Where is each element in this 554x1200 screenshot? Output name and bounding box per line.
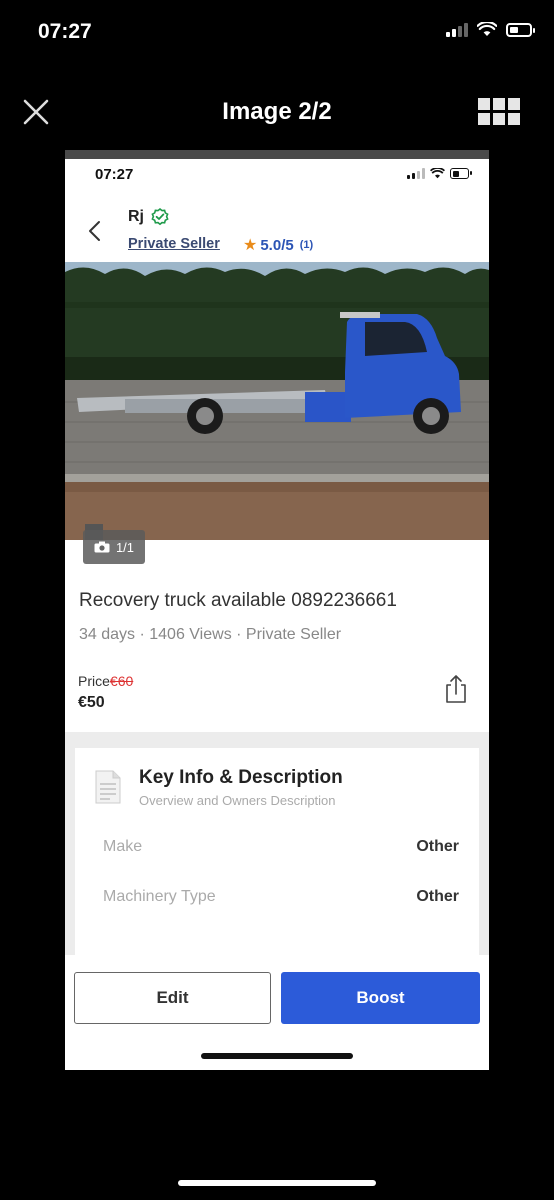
price-label: Price xyxy=(78,673,110,689)
grid-icon[interactable] xyxy=(478,98,520,125)
document-icon xyxy=(95,770,121,804)
inner-battery-icon xyxy=(450,168,472,179)
status-time: 07:27 xyxy=(38,20,92,43)
info-row-value: Other xyxy=(416,888,459,905)
home-indicator[interactable] xyxy=(178,1180,376,1186)
rating-count: (1) xyxy=(299,239,314,251)
seller-name[interactable]: Rj xyxy=(128,208,144,226)
price-label-row: Price€60 xyxy=(78,673,133,689)
price-old: €60 xyxy=(109,673,134,689)
listing-screenshot: 07:27 Rj Private Seller ★ 5.0/5 (1) 1/1 … xyxy=(65,150,489,1070)
inner-status-time: 07:27 xyxy=(95,166,134,183)
back-chevron-icon[interactable] xyxy=(87,220,101,242)
inner-status-icons xyxy=(407,168,472,179)
listing-photo[interactable] xyxy=(65,262,489,540)
screenshot-top-bar xyxy=(65,150,489,159)
share-icon[interactable] xyxy=(443,674,469,704)
battery-icon xyxy=(506,22,535,37)
seller-type-link[interactable]: Private Seller xyxy=(128,236,220,252)
viewer-title: Image 2/2 xyxy=(222,98,332,125)
inner-home-indicator xyxy=(201,1053,353,1059)
photo-counter: 1/1 xyxy=(115,539,135,555)
photo-counter-badge[interactable]: 1/1 xyxy=(83,530,145,564)
star-icon: ★ xyxy=(243,237,258,254)
status-icons xyxy=(446,22,535,37)
inner-signal-icon xyxy=(407,168,425,179)
verified-check-icon xyxy=(151,208,169,226)
info-row-value: Other xyxy=(416,838,459,855)
wifi-icon xyxy=(477,22,497,36)
listing-title: Recovery truck available 0892236661 xyxy=(79,590,397,611)
inner-wifi-icon xyxy=(430,168,445,179)
camera-icon xyxy=(94,541,110,553)
info-row-label: Machinery Type xyxy=(103,888,216,905)
listing-meta: 34 days · 1406 Views · Private Seller xyxy=(79,626,342,643)
edit-button[interactable]: Edit xyxy=(74,972,271,1024)
key-info-subtitle: Overview and Owners Description xyxy=(139,793,336,808)
key-info-title: Key Info & Description xyxy=(139,767,343,788)
cellular-signal-icon xyxy=(446,22,468,37)
info-row-label: Make xyxy=(103,838,143,855)
boost-button[interactable]: Boost xyxy=(281,972,480,1024)
price-current: €50 xyxy=(78,694,105,711)
rating-value: 5.0/5 xyxy=(260,236,294,254)
seller-rating[interactable]: ★ 5.0/5 (1) xyxy=(243,235,313,255)
